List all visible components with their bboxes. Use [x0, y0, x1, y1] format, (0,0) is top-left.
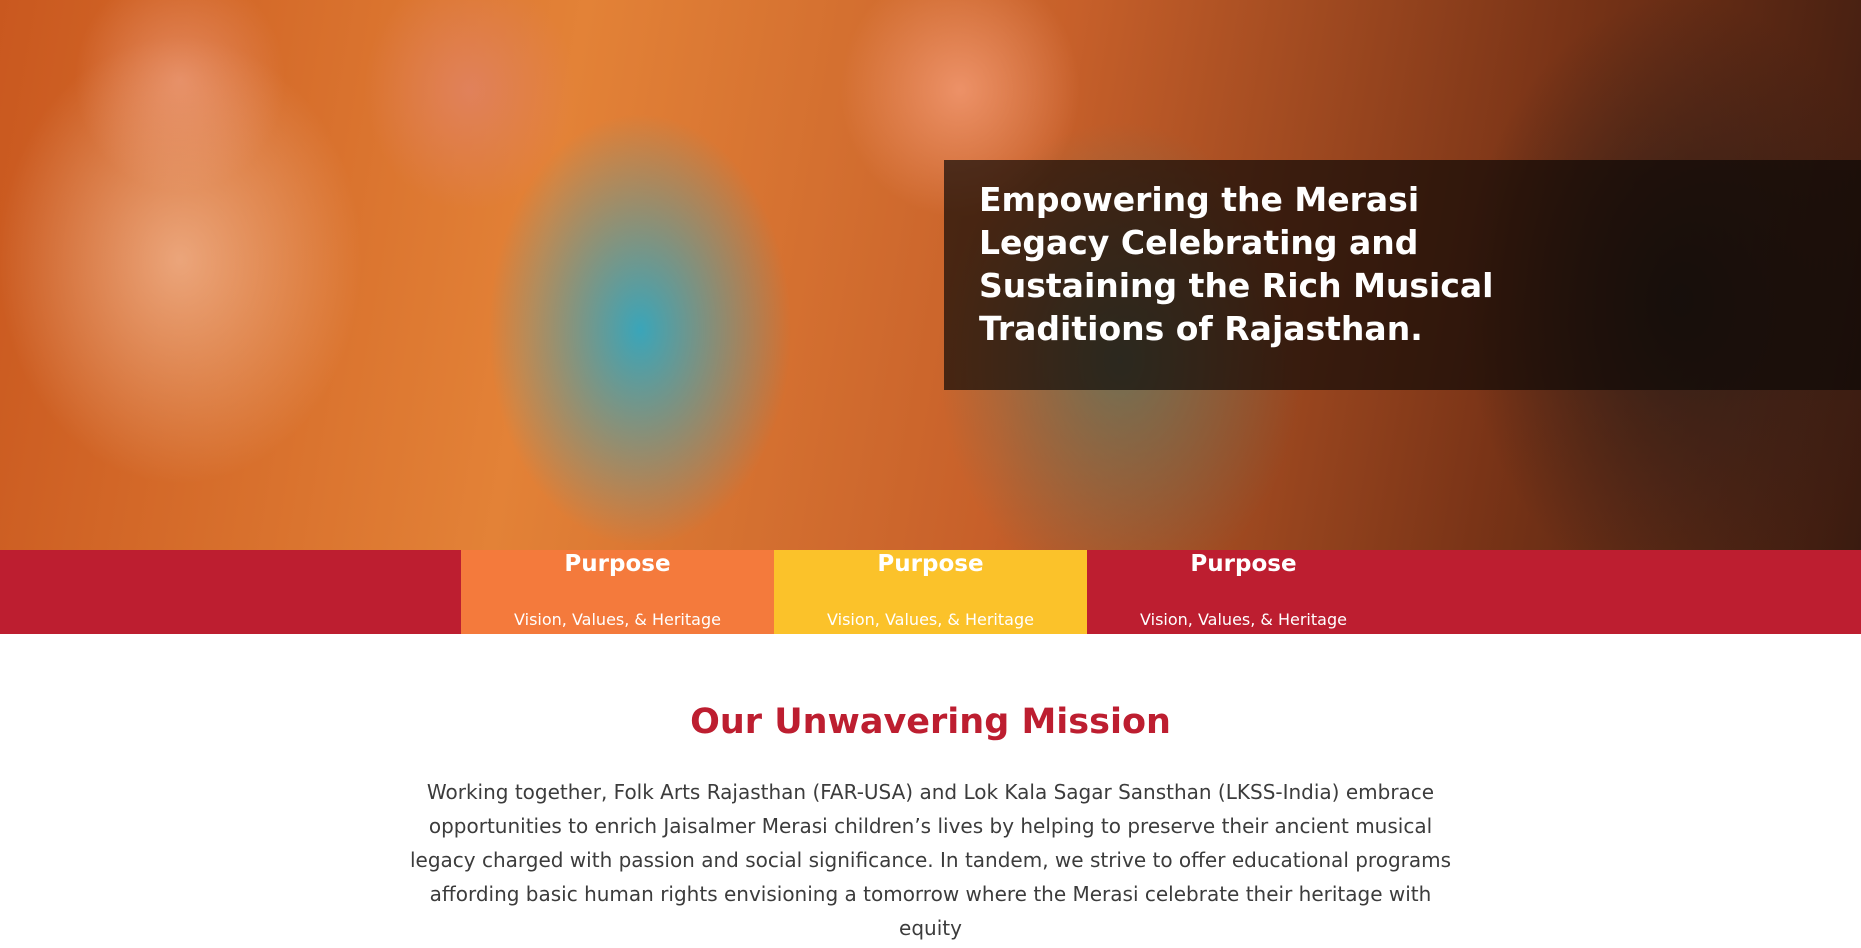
- purpose-card[interactable]: Purpose Vision, Values, & Heritage: [1087, 550, 1400, 634]
- hero-title: Empowering the Merasi Legacy Celebrating…: [979, 180, 1494, 348]
- purpose-card-title: Purpose: [564, 551, 671, 577]
- mission-heading: Our Unwavering Mission: [690, 702, 1171, 742]
- purpose-card-subtitle: Vision, Values, & Heritage: [1140, 610, 1347, 629]
- purpose-strip: Purpose Vision, Values, & Heritage Purpo…: [0, 550, 1861, 634]
- purpose-card-subtitle: Vision, Values, & Heritage: [514, 610, 721, 629]
- purpose-card[interactable]: Purpose Vision, Values, & Heritage: [461, 550, 774, 634]
- purpose-card-subtitle: Vision, Values, & Heritage: [827, 610, 1034, 629]
- hero-banner: Empowering the Merasi Legacy Celebrating…: [0, 0, 1861, 550]
- mission-text: Working together, Folk Arts Rajasthan (F…: [409, 780, 1452, 940]
- purpose-card[interactable]: Purpose Vision, Values, & Heritage: [774, 550, 1087, 634]
- purpose-card-title: Purpose: [877, 551, 984, 577]
- hero-overlay: Empowering the Merasi Legacy Celebrating…: [944, 160, 1861, 390]
- purpose-card-title: Purpose: [1190, 551, 1297, 577]
